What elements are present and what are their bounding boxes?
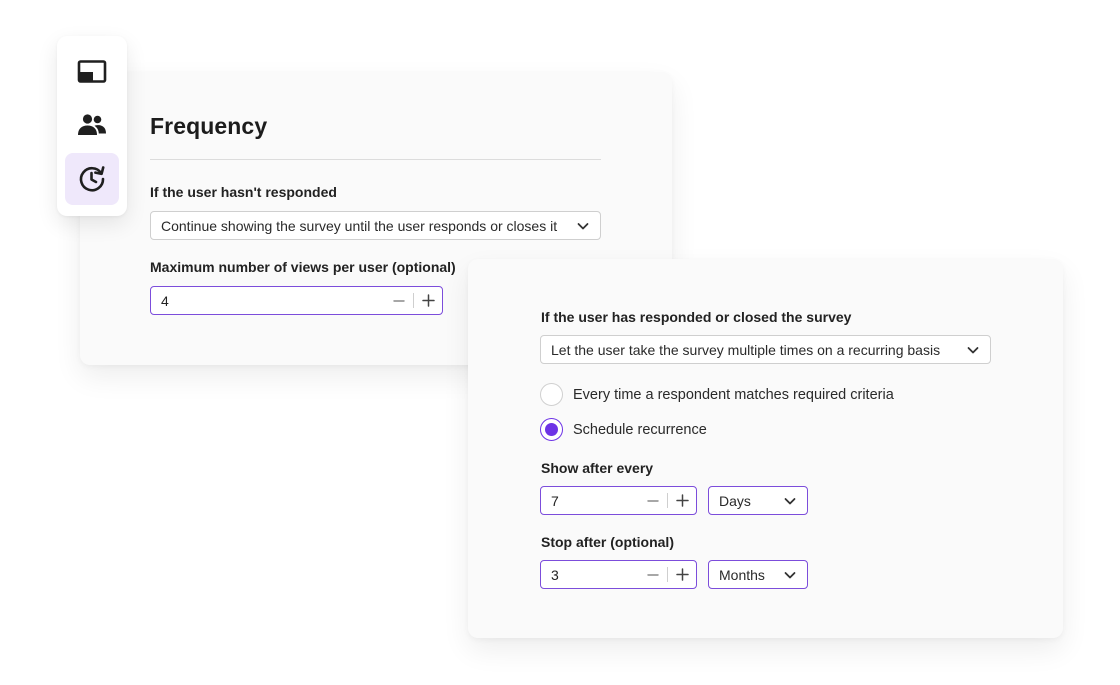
radio-selected-dot [545,423,558,436]
show-after-label: Show after every [541,460,654,476]
radio-every-time-control[interactable] [540,383,563,406]
minus-icon [647,499,659,502]
chevron-down-icon [784,497,796,504]
radio-schedule-recurrence-label: Schedule recurrence [573,421,707,438]
plus-icon [675,494,689,507]
users-icon [78,114,106,135]
decrement-button[interactable] [639,487,667,514]
responded-label: If the user has responded or closed the … [541,309,852,325]
responded-select[interactable]: Let the user take the survey multiple ti… [540,335,991,364]
sidebar [57,36,127,216]
radio-schedule-recurrence-control[interactable] [540,418,563,441]
display-icon [77,60,107,83]
recurrence-card: If the user has responded or closed the … [468,259,1063,638]
chevron-down-icon [967,346,979,353]
max-views-input[interactable] [151,287,385,314]
max-views-stepper[interactable] [150,286,443,315]
not-responded-label: If the user hasn't responded [150,184,337,200]
responded-select-value: Let the user take the survey multiple ti… [551,341,941,358]
recurrence-icon [79,166,105,192]
divider [150,159,601,160]
plus-icon [421,294,435,307]
decrement-button[interactable] [639,561,667,588]
stop-after-input[interactable] [541,561,639,588]
max-views-label: Maximum number of views per user (option… [150,259,456,275]
radio-every-time[interactable]: Every time a respondent matches required… [540,383,894,406]
stop-after-unit-value: Months [719,566,765,583]
sidebar-item-users[interactable] [65,99,119,151]
radio-every-time-label: Every time a respondent matches required… [573,386,894,403]
show-after-input[interactable] [541,487,639,514]
sidebar-item-recurrence[interactable] [65,153,119,205]
decrement-button[interactable] [385,287,413,314]
radio-schedule-recurrence[interactable]: Schedule recurrence [540,418,707,441]
show-after-unit-select[interactable]: Days [708,486,808,515]
sidebar-item-display[interactable] [65,46,119,98]
show-after-stepper[interactable] [540,486,697,515]
stop-after-label: Stop after (optional) [541,534,674,550]
plus-icon [675,568,689,581]
stop-after-stepper[interactable] [540,560,697,589]
chevron-down-icon [784,571,796,578]
increment-button[interactable] [668,561,696,588]
not-responded-select[interactable]: Continue showing the survey until the us… [150,211,601,240]
page-title: Frequency [150,113,268,139]
chevron-down-icon [577,222,589,229]
stop-after-unit-select[interactable]: Months [708,560,808,589]
increment-button[interactable] [668,487,696,514]
minus-icon [393,299,405,302]
show-after-unit-value: Days [719,492,751,509]
minus-icon [647,573,659,576]
not-responded-select-value: Continue showing the survey until the us… [161,217,558,234]
increment-button[interactable] [414,287,442,314]
